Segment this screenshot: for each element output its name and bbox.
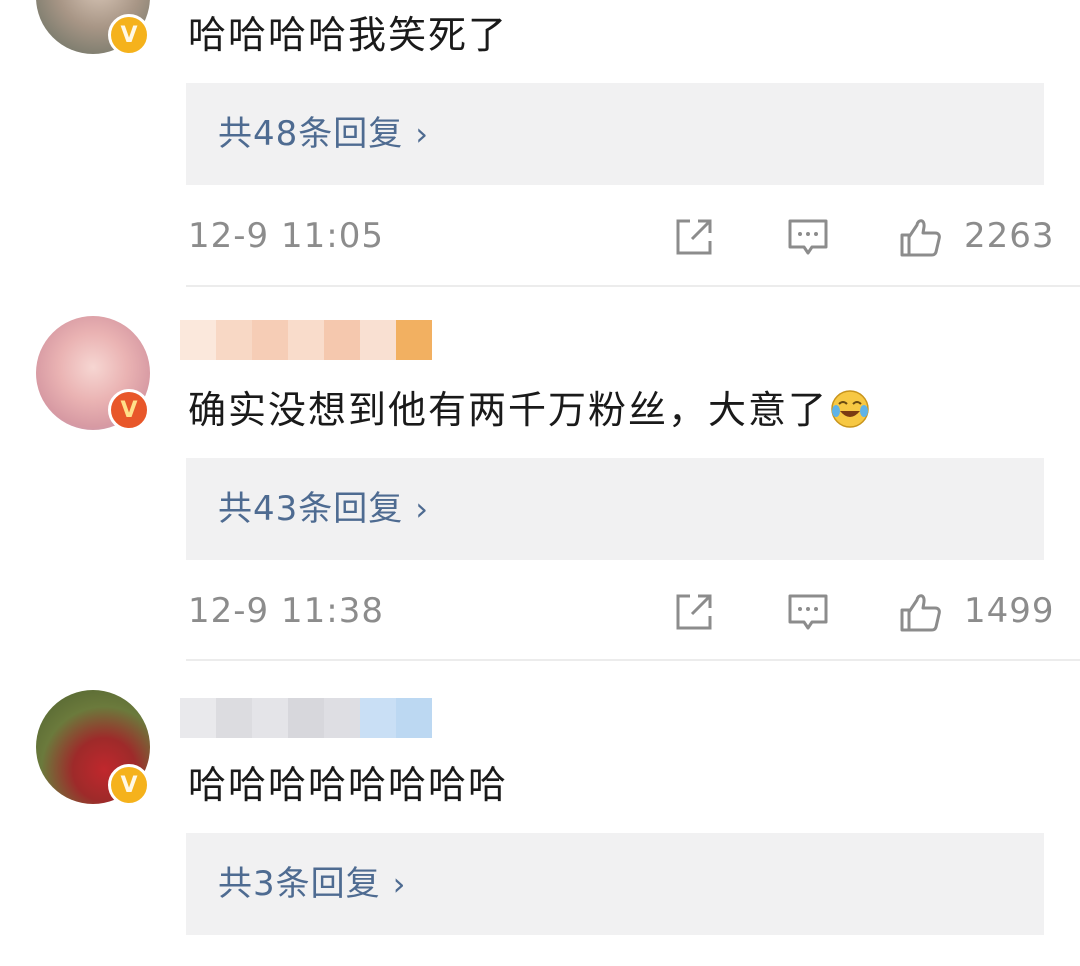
username-blurred[interactable] xyxy=(180,320,432,360)
view-replies-link[interactable]: 共48条回复 › xyxy=(218,109,429,159)
verified-badge-icon: V xyxy=(108,764,150,806)
comment-text: 哈哈哈哈我笑死了 xyxy=(188,13,509,57)
verified-badge-icon: V xyxy=(108,14,150,56)
reply-summary[interactable]: 共3条回复 › xyxy=(186,833,1044,935)
comment-meta: 12-9 11:38 1499 xyxy=(0,586,1080,636)
divider xyxy=(186,659,1080,661)
reply-summary[interactable]: 共43条回复 › xyxy=(186,458,1044,560)
reply-count-label: 共48条回复 xyxy=(218,114,404,154)
chevron-right-icon: › xyxy=(415,490,430,528)
username-blurred[interactable] xyxy=(180,698,432,738)
comment-text: 确实没想到他有两千万粉丝，大意了 xyxy=(188,385,870,435)
comment-meta: 12-9 11:05 2263 xyxy=(0,211,1080,261)
reply-count-label: 共3条回复 xyxy=(218,864,381,904)
timestamp: 12-9 11:38 xyxy=(188,591,384,631)
share-icon[interactable] xyxy=(672,590,716,634)
view-replies-link[interactable]: 共3条回复 › xyxy=(218,859,406,909)
crying-laughing-emoji-icon xyxy=(831,390,869,428)
reply-count-label: 共43条回复 xyxy=(218,489,404,529)
timestamp: 12-9 11:05 xyxy=(188,216,384,256)
reply-summary[interactable]: 共48条回复 › xyxy=(186,83,1044,185)
comment-text: 哈哈哈哈哈哈哈哈 xyxy=(188,763,509,807)
view-replies-link[interactable]: 共43条回复 › xyxy=(218,484,429,534)
comment-icon[interactable] xyxy=(786,590,830,634)
chevron-right-icon: › xyxy=(415,115,430,153)
like-count: 1499 xyxy=(964,591,1055,631)
divider xyxy=(186,285,1080,287)
verified-badge-icon: V xyxy=(108,389,150,431)
comment-icon[interactable] xyxy=(786,215,830,259)
like-count: 2263 xyxy=(964,216,1055,256)
share-icon[interactable] xyxy=(672,215,716,259)
thumbs-up-icon[interactable] xyxy=(898,215,942,259)
thumbs-up-icon[interactable] xyxy=(898,590,942,634)
chevron-right-icon: › xyxy=(392,865,407,903)
